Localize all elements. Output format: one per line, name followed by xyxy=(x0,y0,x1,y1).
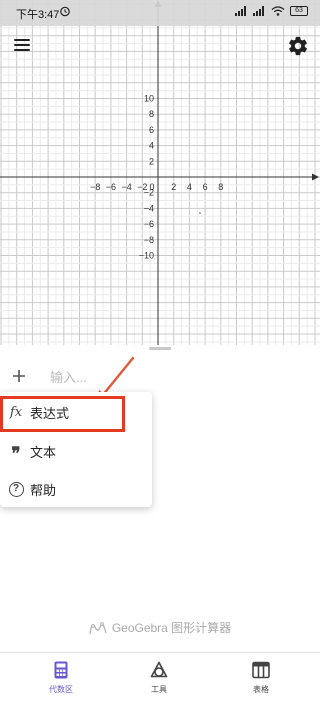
menu-item-label: 帮助 xyxy=(30,482,57,498)
tab-tools[interactable]: 工具 xyxy=(119,661,199,695)
menu-item-label: 文本 xyxy=(30,444,57,460)
tools-icon xyxy=(150,661,168,678)
menu-item-help[interactable]: ? 帮助 xyxy=(0,472,152,506)
geogebra-brand: GeoGebra 图形计算器 xyxy=(0,618,320,636)
calculator-icon xyxy=(54,661,68,679)
function-icon: fx xyxy=(9,404,23,420)
brand-text: GeoGebra 图形计算器 xyxy=(111,620,232,635)
help-icon: ? xyxy=(8,481,24,497)
add-item-popup-menu: fx 表达式 ❞ 文本 ? 帮助 xyxy=(0,392,152,507)
tab-algebra[interactable]: 代数区 xyxy=(21,661,101,695)
table-icon xyxy=(252,661,270,679)
tab-table-label: 表格 xyxy=(253,685,269,694)
menu-item-text[interactable]: ❞ 文本 xyxy=(0,434,152,468)
tab-algebra-label: 代数区 xyxy=(49,685,73,694)
help-icon-wrap: ? xyxy=(8,481,24,497)
bottom-navigation: 代数区 工具 表格 xyxy=(0,652,320,711)
quote-icon: ❞ xyxy=(11,444,21,464)
menu-item-label: 表达式 xyxy=(30,405,70,421)
geogebra-logo-icon xyxy=(89,622,107,635)
annotation-arrow xyxy=(97,356,135,402)
tab-tools-label: 工具 xyxy=(151,685,167,694)
tab-table[interactable]: 表格 xyxy=(221,661,301,695)
menu-item-expression[interactable]: fx 表达式 xyxy=(0,395,152,429)
